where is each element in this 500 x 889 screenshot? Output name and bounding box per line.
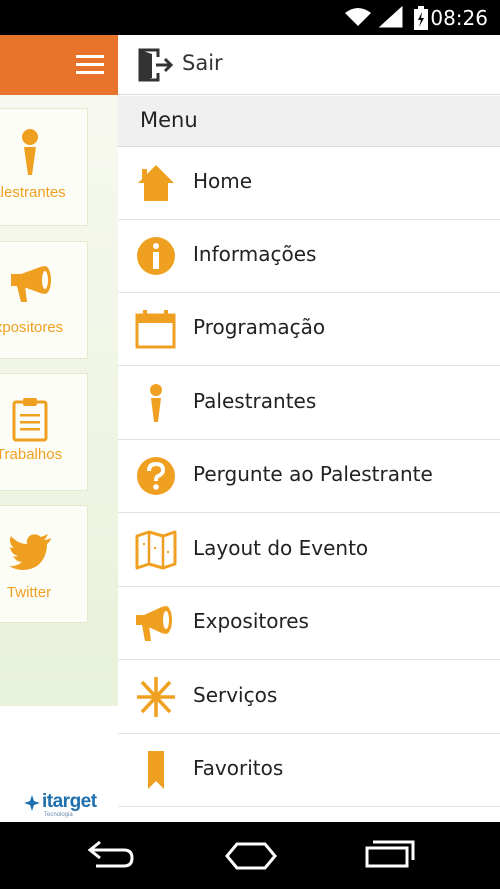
back-button-icon[interactable] bbox=[86, 836, 136, 872]
menu-item-label: Expositores bbox=[193, 609, 309, 633]
menu-item-label: Layout do Evento bbox=[193, 536, 369, 560]
app-header bbox=[0, 35, 118, 95]
tile-label: alestrantes bbox=[0, 184, 66, 201]
menu-item-label: Palestrantes bbox=[193, 389, 317, 413]
menu-item-expositores[interactable]: Expositores bbox=[118, 587, 500, 660]
tile-grid: alestrantes xpositores Trabalhos bbox=[0, 95, 118, 706]
microphone-icon bbox=[22, 129, 38, 175]
tile-palestrantes[interactable]: alestrantes bbox=[0, 108, 88, 226]
tile-label: Trabalhos bbox=[0, 446, 63, 463]
recent-apps-button-icon[interactable] bbox=[364, 836, 418, 872]
logout-button[interactable]: Sair bbox=[118, 35, 500, 95]
brand-logo: itarget Tecnologia bbox=[24, 791, 110, 821]
megaphone-icon bbox=[11, 266, 51, 302]
logout-label: Sair bbox=[182, 51, 223, 75]
menu-item-favoritos[interactable]: Favoritos bbox=[118, 734, 500, 807]
tile-expositores[interactable]: xpositores bbox=[0, 241, 88, 359]
question-icon bbox=[137, 457, 175, 495]
microphone-icon bbox=[150, 384, 162, 422]
brand-tagline: Tecnologia bbox=[44, 812, 73, 818]
background-app: alestrantes xpositores Trabalhos bbox=[0, 35, 118, 822]
menu-item-informacoes[interactable]: Informações bbox=[118, 220, 500, 293]
map-icon bbox=[135, 530, 177, 570]
itarget-logo-icon bbox=[24, 795, 40, 811]
navigation-drawer: Sair Menu Home Informações Programação P… bbox=[118, 35, 500, 822]
menu-item-label: Serviços bbox=[193, 683, 278, 707]
home-button-icon[interactable] bbox=[224, 836, 278, 872]
home-icon bbox=[138, 165, 174, 201]
system-navigation-bar bbox=[0, 822, 500, 889]
hamburger-menu-icon[interactable] bbox=[76, 53, 106, 77]
logout-icon bbox=[138, 48, 174, 82]
wifi-icon bbox=[345, 8, 371, 26]
asterisk-icon bbox=[137, 677, 175, 717]
status-time: 08:26 bbox=[430, 6, 488, 30]
tile-trabalhos[interactable]: Trabalhos bbox=[0, 373, 88, 491]
signal-icon bbox=[378, 6, 403, 28]
menu-item-palestrantes[interactable]: Palestrantes bbox=[118, 367, 500, 440]
clipboard-icon bbox=[12, 398, 48, 442]
menu-item-layout-evento[interactable]: Layout do Evento bbox=[118, 514, 500, 587]
menu-item-label: Programação bbox=[193, 315, 326, 339]
menu-header-label: Menu bbox=[140, 108, 198, 132]
tile-label: Twitter bbox=[6, 584, 52, 601]
twitter-bird-icon bbox=[9, 534, 51, 570]
megaphone-icon bbox=[136, 606, 172, 641]
tile-twitter[interactable]: Twitter bbox=[0, 505, 88, 623]
menu-item-home[interactable]: Home bbox=[118, 147, 500, 220]
menu-item-label: Informações bbox=[193, 242, 317, 266]
menu-item-programacao[interactable]: Programação bbox=[118, 293, 500, 366]
bookmark-icon bbox=[148, 751, 164, 789]
battery-icon bbox=[414, 6, 428, 30]
calendar-icon bbox=[135, 310, 176, 349]
menu-item-label: Favoritos bbox=[193, 756, 284, 780]
brand-name: itarget bbox=[42, 791, 97, 812]
menu-item-label: Home bbox=[193, 169, 253, 193]
menu-section-header: Menu bbox=[118, 96, 500, 147]
menu-item-servicos[interactable]: Serviços bbox=[118, 661, 500, 734]
tile-label: xpositores bbox=[0, 319, 64, 336]
menu-item-pergunte[interactable]: Pergunte ao Palestrante bbox=[118, 440, 500, 513]
info-icon bbox=[137, 237, 175, 275]
status-bar: 08:26 bbox=[0, 0, 500, 35]
menu-item-label: Pergunte ao Palestrante bbox=[193, 462, 433, 486]
